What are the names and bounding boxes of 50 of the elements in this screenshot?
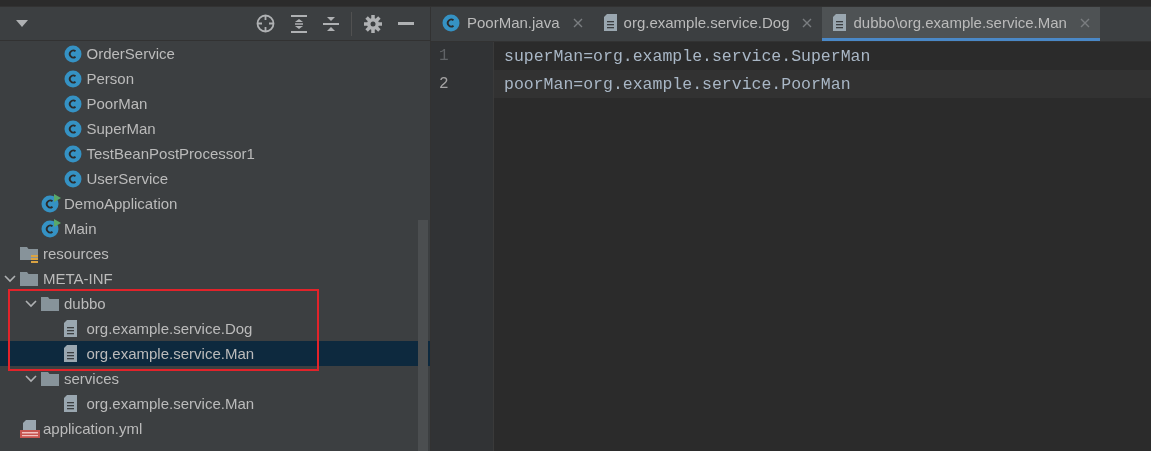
file-icon [63,320,77,337]
file-icon [833,14,847,31]
editor-tab[interactable]: PoorMan.java [431,7,593,41]
expand-all-icon[interactable] [291,14,307,33]
close-icon[interactable] [572,17,583,28]
tree-item[interactable]: resources [0,241,430,266]
file-icon [63,395,77,412]
yml-file-icon [20,419,40,438]
class-icon [63,144,82,163]
tree-item[interactable]: TestBeanPostProcessor1 [0,141,430,166]
class-icon [63,69,82,88]
class-icon [63,169,82,188]
settings-icon[interactable] [364,14,382,33]
class-icon [442,13,460,32]
tree-item[interactable]: OrderService [0,41,430,66]
chevron-down-icon[interactable] [25,374,37,383]
tree-item[interactable]: PoorMan [0,91,430,116]
tree-item[interactable]: Person [0,66,430,91]
tree-item[interactable]: Main [0,216,430,241]
class-icon [63,94,82,113]
caret-icon[interactable] [16,20,28,27]
crosshair-icon[interactable] [256,14,275,33]
tree-item[interactable]: application.yml [0,416,430,441]
file-icon [603,14,617,31]
runnable-class-icon [41,219,61,238]
close-icon[interactable] [802,17,813,28]
scrollbar-thumb[interactable] [418,220,428,451]
tree-item[interactable]: SuperMan [0,116,430,141]
tree-item[interactable]: services [0,366,430,391]
editor-tab[interactable]: dubbo\org.example.service.Man [822,7,1100,41]
chevron-down-icon[interactable] [4,274,16,283]
tree-item[interactable]: dubbo [0,291,430,316]
tree-item[interactable]: META-INF [0,266,430,291]
editor-tab[interactable]: org.example.service.Dog [592,7,823,41]
folder-icon [41,296,59,311]
tree-item[interactable]: UserService [0,166,430,191]
collapse-all-icon[interactable] [323,14,339,33]
class-icon [63,119,82,138]
tree-item[interactable]: org.example.service.Man [0,391,430,416]
chevron-down-icon[interactable] [25,299,37,308]
folder-icon [20,271,38,286]
resources-folder-icon [20,244,38,263]
code-line: poorMan=org.example.service.PoorMan [503,74,851,94]
file-icon [63,345,77,362]
code-line: superMan=org.example.service.SuperMan [503,46,871,66]
tree-item[interactable]: org.example.service.Man [0,341,430,366]
runnable-class-icon [41,194,61,213]
tree-item[interactable]: org.example.service.Dog [0,316,430,341]
class-icon [63,44,82,63]
tree-item[interactable]: DemoApplication [0,191,430,216]
